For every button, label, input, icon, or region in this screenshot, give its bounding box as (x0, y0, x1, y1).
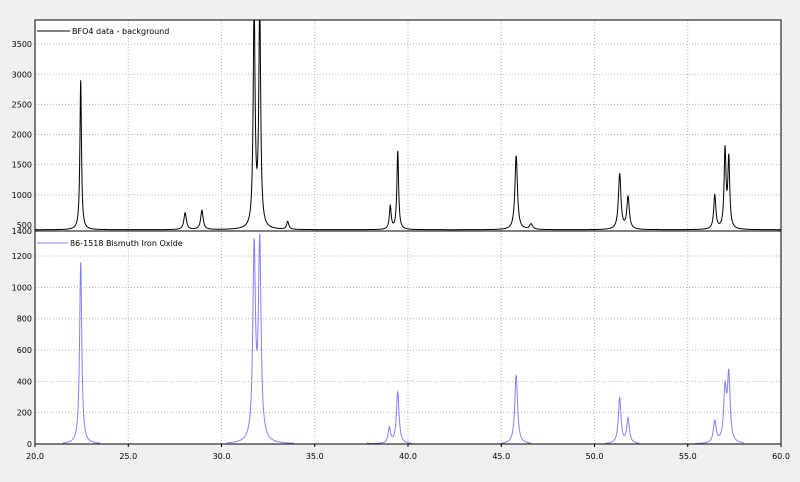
x-tick-label: 55.0 (679, 452, 697, 461)
y-tick-label-bottom: 1000 (12, 283, 32, 292)
y-tick-label-top: 1000 (12, 191, 32, 200)
x-tick-label: 45.0 (492, 452, 510, 461)
y-tick-label-top: 3500 (12, 40, 32, 49)
legend-top-label: BFO4 data - background (72, 27, 169, 36)
x-tick-label: 35.0 (306, 452, 324, 461)
chart-window: 20.0 25.0 30.0 35.0 40.0 45.0 50.0 55.0 60.0 1400… (0, 0, 800, 478)
y-tick-label-top: 1500 (12, 161, 32, 170)
y-tick-label-bottom: 0 (27, 440, 32, 449)
y-tick-label-bottom: 400 (17, 377, 32, 386)
y-tick-label-bottom: 600 (17, 346, 32, 355)
x-tick-label: 30.0 (213, 452, 231, 461)
x-tick-label: 60.0 (772, 452, 790, 461)
y-tick-label-bottom: 200 (17, 409, 32, 418)
x-tick-label: 50.0 (586, 452, 604, 461)
y-tick-label-bottom: 1200 (12, 252, 32, 261)
y-tick-label-bottom: 800 (17, 315, 32, 324)
legend-bottom-label: 86-1518 Bismuth Iron Oxide (70, 239, 183, 248)
bottom-plot-area (35, 231, 781, 444)
y-tick-label-top: 2500 (12, 100, 32, 109)
y-tick-label-top: 2000 (12, 131, 32, 140)
x-tick-label: 40.0 (399, 452, 417, 461)
y-tick-label-top: 3000 (12, 70, 32, 79)
y-tick-label-top: 500 (17, 221, 32, 230)
x-tick-label: 25.0 (119, 452, 137, 461)
x-tick-label: 20.0 (26, 452, 44, 461)
xrd-chart: 20.0 25.0 30.0 35.0 40.0 45.0 50.0 55.0 60.01400… (12, 19, 790, 461)
